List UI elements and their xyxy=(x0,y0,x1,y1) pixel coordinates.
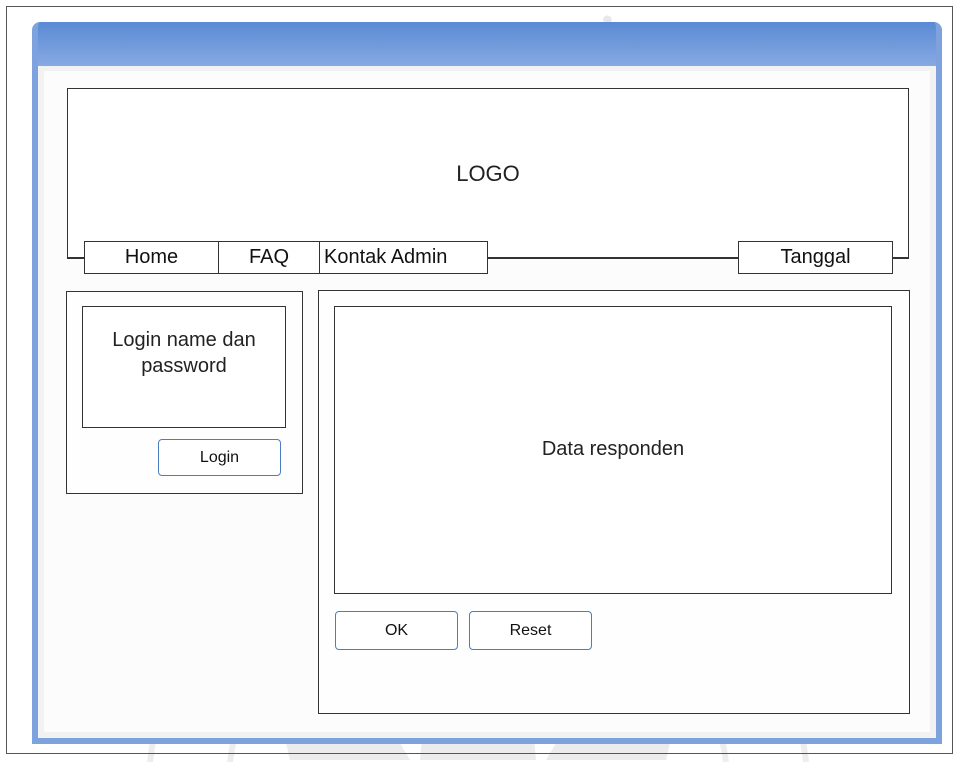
nav-kontak-admin-link[interactable]: Kontak Admin xyxy=(319,241,488,274)
login-credentials-box[interactable]: Login name dan password xyxy=(82,306,286,428)
logo: LOGO xyxy=(456,161,520,186)
date-display: Tanggal xyxy=(738,241,893,274)
nav-faq-link[interactable]: FAQ xyxy=(218,241,320,274)
header-banner: LOGO xyxy=(67,88,909,258)
login-button[interactable]: Login xyxy=(158,439,281,476)
nav-right-connector xyxy=(893,258,909,260)
login-caption-line2: password xyxy=(141,355,227,377)
reset-button[interactable]: Reset xyxy=(469,611,592,650)
data-responden-caption: Data responden xyxy=(541,438,685,460)
nav-home-link[interactable]: Home xyxy=(84,241,219,274)
login-caption: Login name dan password xyxy=(83,327,285,379)
data-responden-area: Data responden xyxy=(334,306,892,594)
ok-button[interactable]: OK xyxy=(335,611,458,650)
nav-left-connector xyxy=(67,258,84,260)
nav-divider-line xyxy=(487,258,738,260)
login-caption-line1: Login name dan xyxy=(112,329,256,351)
